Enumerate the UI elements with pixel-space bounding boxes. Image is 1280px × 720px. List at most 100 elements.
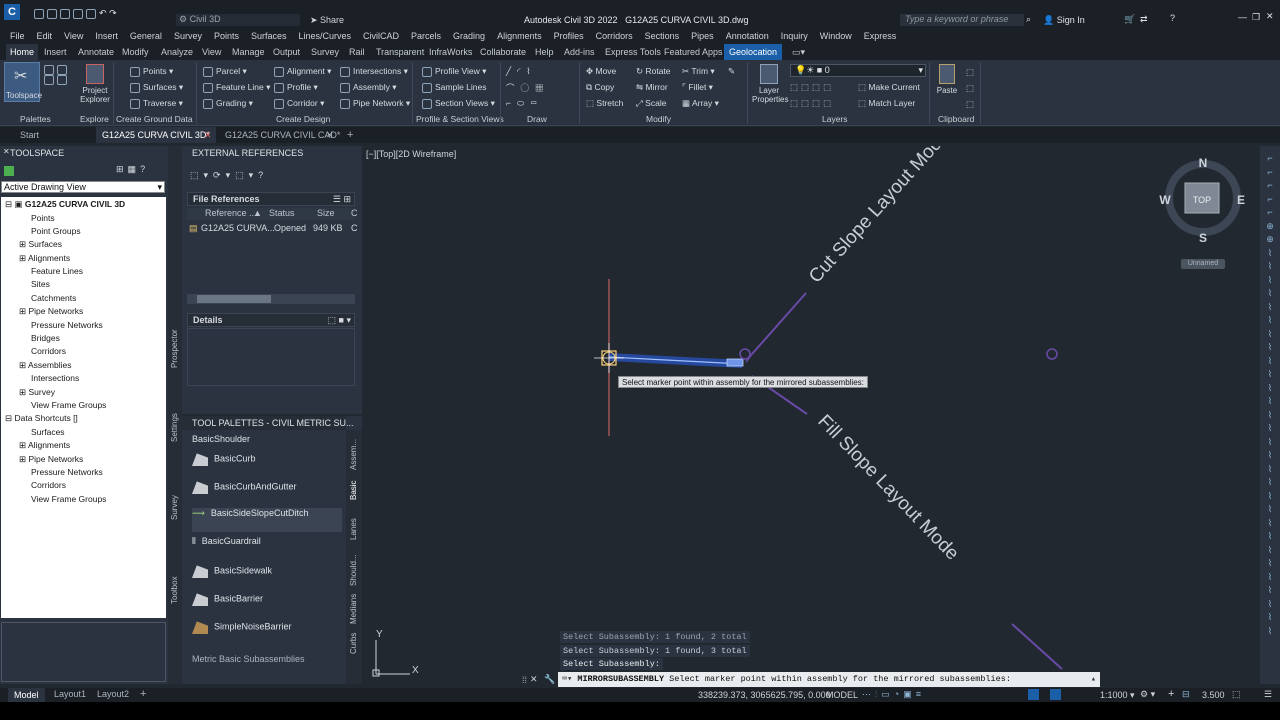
tool-icon[interactable]: ⌐ <box>1260 193 1280 207</box>
model-space-button[interactable]: MODEL <box>826 690 858 700</box>
draw-tools[interactable]: ⌐⬭▭ <box>506 98 543 109</box>
profile-button[interactable]: Profile ▾ <box>274 82 318 93</box>
exchange-icon[interactable]: ⇄ <box>1140 14 1148 25</box>
palette-icon[interactable] <box>44 64 54 75</box>
tab-collaborate[interactable]: Collaborate <box>480 44 526 60</box>
menu-item[interactable]: Parcels <box>411 28 441 44</box>
menu-item[interactable]: Edit <box>37 28 53 44</box>
menu-item[interactable]: Insert <box>95 28 118 44</box>
rotate-button[interactable]: ↻ Rotate <box>636 66 671 77</box>
panel-label[interactable]: Layers <box>822 113 848 125</box>
menu-item[interactable]: CivilCAD <box>363 28 399 44</box>
menu-item[interactable]: Pipes <box>691 28 714 44</box>
tab-express-tools[interactable]: Express Tools <box>605 44 661 60</box>
tab-settings[interactable]: Settings <box>170 413 179 442</box>
tab-rail[interactable]: Rail <box>349 44 365 60</box>
tree-item[interactable]: ⊞ Surfaces <box>19 239 62 250</box>
tree-item[interactable]: ⊞ Pipe Networks <box>19 454 83 465</box>
tree-root[interactable]: ⊟ Data Shortcuts [] <box>5 413 78 424</box>
stretch-button[interactable]: ⬚ Stretch <box>586 98 623 109</box>
tab-featured-apps[interactable]: Featured Apps <box>664 44 723 60</box>
redo-icon[interactable]: ↷ <box>109 8 117 18</box>
tool-icon[interactable]: ⌇ <box>1260 584 1280 598</box>
list-item[interactable]: BasicCurbAndGutter <box>192 480 352 504</box>
feature-line-button[interactable]: Feature Line ▾ <box>203 82 270 93</box>
tree-item[interactable]: Pressure Networks <box>31 467 103 477</box>
tool-icon[interactable]: ⌇ <box>1260 328 1280 342</box>
ribbon-minimize-icon[interactable]: ▭▾ <box>792 44 805 60</box>
tool-icon[interactable]: ⊕ <box>1260 233 1280 247</box>
tool-icon[interactable]: ⌇ <box>1260 422 1280 436</box>
tool-icon[interactable]: ⌇ <box>1260 395 1280 409</box>
column-header[interactable]: Reference ... <box>205 208 257 218</box>
tool-icon[interactable]: ⌇ <box>1260 544 1280 558</box>
tree-item[interactable]: Bridges <box>31 333 60 343</box>
tree-item[interactable]: Surfaces <box>31 427 65 437</box>
parcel-button[interactable]: Parcel ▾ <box>203 66 247 77</box>
compass-south[interactable]: S <box>1199 231 1207 245</box>
project-explorer-button[interactable]: Project Explorer <box>78 62 112 110</box>
tab-infraworks[interactable]: InfraWorks <box>429 44 472 60</box>
menu-item[interactable]: Alignments <box>497 28 542 44</box>
compass-north[interactable]: N <box>1199 156 1208 170</box>
tool-icon[interactable]: ⌇ <box>1260 287 1280 301</box>
tool-icon[interactable]: ⌇ <box>1260 503 1280 517</box>
tab-survey[interactable]: Survey <box>170 495 179 520</box>
subassembly-grip[interactable] <box>726 358 744 367</box>
close-icon[interactable]: ✕ <box>326 127 334 143</box>
menu-item[interactable]: Grading <box>453 28 485 44</box>
corridor-button[interactable]: Corridor ▾ <box>274 98 324 109</box>
menu-item[interactable]: Points <box>214 28 239 44</box>
tab-prospector[interactable]: Prospector <box>170 329 179 368</box>
attach-icon[interactable]: ⬚▾ <box>190 170 213 180</box>
tree-item[interactable]: Points <box>31 213 55 223</box>
isolate-icon[interactable]: ⊟ <box>1182 689 1190 700</box>
tool-icon[interactable]: ⌇ <box>1260 436 1280 450</box>
change-path-icon[interactable]: ⬚▾ <box>235 170 258 180</box>
table-row[interactable]: ▤ G12A25 CURVA... Opened 949 KB C <box>187 223 358 235</box>
array-button[interactable]: ▦ Array ▾ <box>682 98 719 109</box>
tab-layout1[interactable]: Layout1 <box>54 689 86 699</box>
copy-button[interactable]: ⧉ Copy <box>586 82 614 93</box>
menu-item[interactable]: Sections <box>645 28 680 44</box>
section-views-button[interactable]: Section Views ▾ <box>422 98 495 109</box>
close-icon[interactable]: ✕ <box>3 147 10 156</box>
tool-icon[interactable]: ⌐ <box>1260 166 1280 180</box>
tree-item[interactable]: ⊞ Assemblies <box>19 360 71 371</box>
layer-dropdown[interactable]: 💡☀ ■ 0 ▾ <box>790 64 926 77</box>
tree-item[interactable]: View Frame Groups <box>31 494 106 504</box>
grid-icon[interactable]: ▦ <box>128 164 141 174</box>
compass-west[interactable]: W <box>1159 193 1171 207</box>
tab-insert[interactable]: Insert <box>44 44 67 60</box>
sample-lines-button[interactable]: Sample Lines <box>422 82 487 93</box>
compass-east[interactable]: E <box>1237 193 1245 207</box>
cut-slope-line[interactable] <box>751 292 807 355</box>
tree-item[interactable]: Pressure Networks <box>31 320 103 330</box>
palette-icon[interactable] <box>57 75 67 86</box>
ucs-menu[interactable]: Unnamed <box>1181 259 1225 269</box>
intersections-button[interactable]: Intersections ▾ <box>340 66 408 77</box>
list-item[interactable]: BasicCurb <box>192 452 352 476</box>
scrollbar-thumb[interactable] <box>197 295 271 303</box>
customize-icon[interactable]: 🔧 <box>544 674 555 685</box>
menu-icon[interactable]: ☰ <box>1264 689 1272 700</box>
tool-icon[interactable]: ⌇ <box>1260 382 1280 396</box>
tool-icon[interactable]: ⌇ <box>1260 517 1280 531</box>
workspace-selector[interactable]: ⚙ Civil 3D <box>176 14 300 26</box>
layer-tools[interactable]: ⬚⬚⬚⬚ <box>790 98 834 109</box>
fill-slope-line[interactable] <box>1011 623 1063 670</box>
app-logo-icon[interactable]: C <box>4 4 20 20</box>
tab-geolocation[interactable]: Geolocation <box>724 44 783 60</box>
erase-icon[interactable]: ✎ <box>728 66 735 77</box>
menu-item[interactable]: Surfaces <box>251 28 287 44</box>
help-icon[interactable]: ? <box>140 164 149 174</box>
make-current-button[interactable]: ⬚ Make Current <box>858 82 920 93</box>
menu-item[interactable]: General <box>130 28 162 44</box>
tab-drawing-active[interactable]: G12A25 CURVA CIVIL 3D* <box>96 127 216 143</box>
lineweight-icon[interactable]: ≡ <box>916 689 925 699</box>
tree-item[interactable]: Intersections <box>31 373 79 383</box>
scale-button[interactable]: ⤢ Scale <box>636 98 666 109</box>
list-item[interactable]: BasicBarrier <box>192 592 352 616</box>
annotation-visibility-icon[interactable] <box>1028 689 1039 700</box>
annotation-scale[interactable]: 1:1000 ▾ <box>1100 690 1135 701</box>
